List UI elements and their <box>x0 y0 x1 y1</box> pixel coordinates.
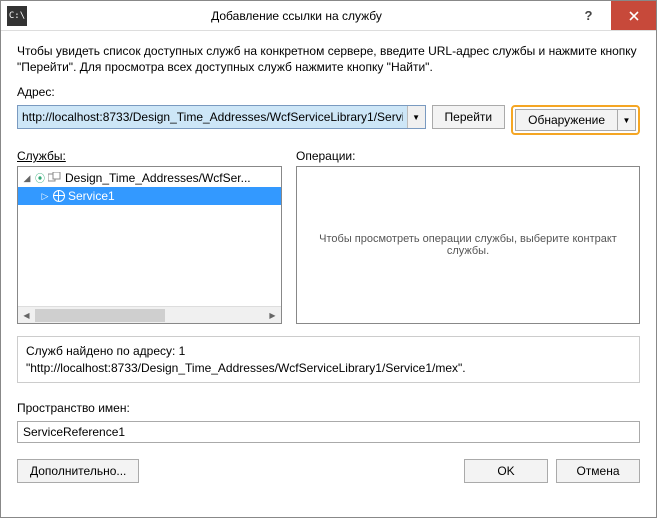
chevron-down-icon: ▼ <box>623 116 631 125</box>
address-label: Адрес: <box>17 85 640 99</box>
service-group-icon <box>48 172 62 184</box>
dialog-window: C:\ Добавление ссылки на службу ? Чтобы … <box>0 0 657 518</box>
scroll-thumb[interactable] <box>35 309 165 322</box>
discover-button[interactable]: Обнаружение <box>515 109 618 131</box>
expander-icon[interactable]: ▷ <box>40 191 50 202</box>
advanced-button[interactable]: Дополнительно... <box>17 459 139 483</box>
instruction-text: Чтобы увидеть список доступных служб на … <box>17 43 640 75</box>
namespace-label: Пространство имен: <box>17 401 640 415</box>
go-button[interactable]: Перейти <box>432 105 506 129</box>
tree-node-service[interactable]: ▷ Service1 <box>18 187 281 205</box>
services-tree[interactable]: ◢ Design_Time_Addresses/WcfSer... ▷ Serv… <box>17 166 282 324</box>
status-dot-icon <box>35 173 45 183</box>
close-icon <box>629 11 639 21</box>
address-input[interactable] <box>18 106 407 128</box>
help-button[interactable]: ? <box>566 1 611 30</box>
operations-list: Чтобы просмотреть операции службы, выбер… <box>296 166 640 324</box>
scroll-right-button[interactable]: ▶ <box>264 307 281 323</box>
tree-node-root[interactable]: ◢ Design_Time_Addresses/WcfSer... <box>18 169 281 187</box>
scroll-track[interactable] <box>35 307 264 323</box>
scroll-left-button[interactable]: ◀ <box>18 307 35 323</box>
address-dropdown-button[interactable]: ▼ <box>407 106 425 128</box>
tree-node-label: Service1 <box>68 189 115 203</box>
status-line-2: "http://localhost:8733/Design_Time_Addre… <box>26 360 631 376</box>
chevron-down-icon: ▼ <box>412 113 420 122</box>
horizontal-scrollbar[interactable]: ◀ ▶ <box>18 306 281 323</box>
window-title: Добавление ссылки на службу <box>27 9 566 23</box>
operations-placeholder: Чтобы просмотреть операции службы, выбер… <box>307 233 629 257</box>
app-icon: C:\ <box>7 6 27 26</box>
titlebar: C:\ Добавление ссылки на службу ? <box>1 1 656 31</box>
namespace-input[interactable] <box>17 421 640 443</box>
ok-button[interactable]: OK <box>464 459 548 483</box>
status-box: Служб найдено по адресу: 1 "http://local… <box>17 336 640 382</box>
cancel-button[interactable]: Отмена <box>556 459 640 483</box>
close-button[interactable] <box>611 1 656 30</box>
status-line-1: Служб найдено по адресу: 1 <box>26 343 631 359</box>
tree-node-label: Design_Time_Addresses/WcfSer... <box>65 171 251 185</box>
expander-icon[interactable]: ◢ <box>22 173 32 184</box>
globe-icon <box>53 190 65 202</box>
address-combobox[interactable]: ▼ <box>17 105 426 129</box>
discover-dropdown-button[interactable]: ▼ <box>618 109 636 131</box>
services-label: Службы: <box>17 149 282 164</box>
operations-label: Операции: <box>296 149 640 164</box>
discover-button-highlight: Обнаружение ▼ <box>511 105 640 135</box>
